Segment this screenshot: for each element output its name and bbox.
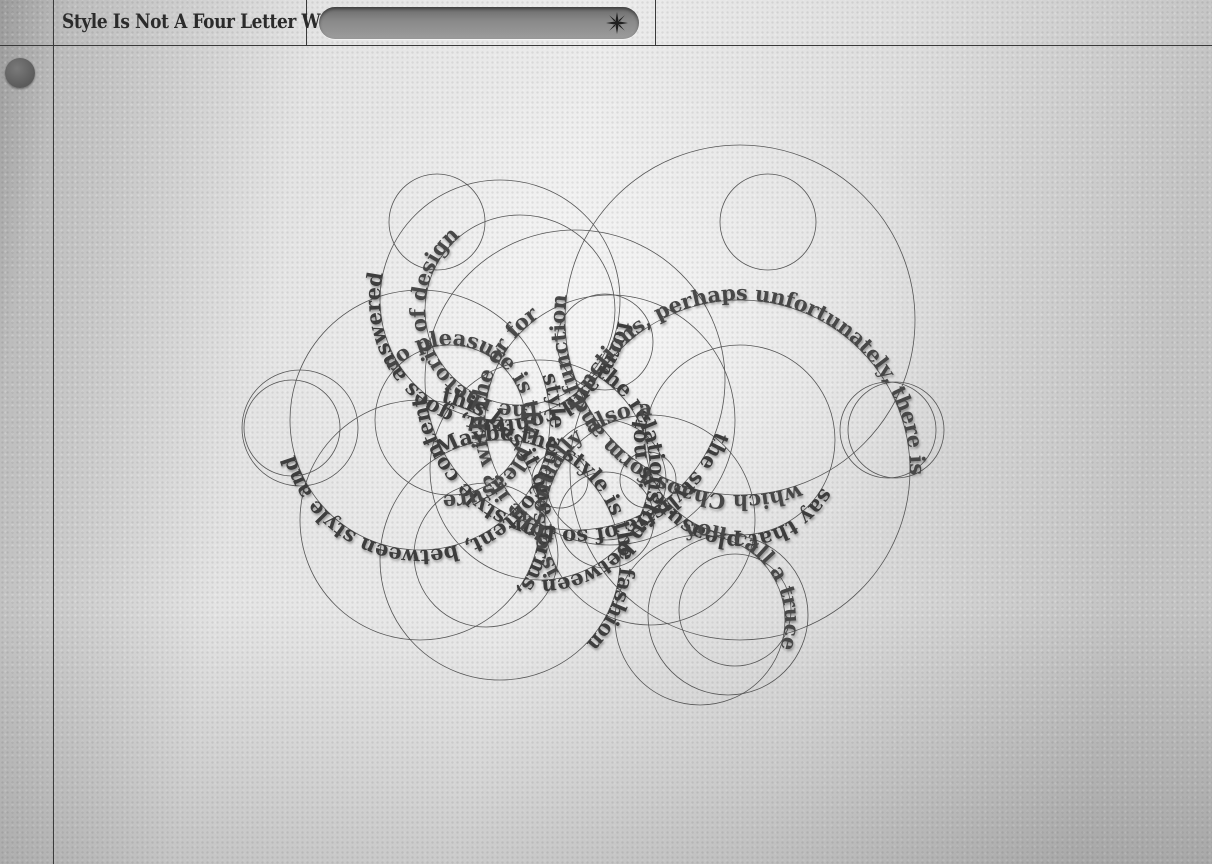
thin-ring-outline <box>719 173 817 271</box>
circular-text-artwork: form and content, goes answeredwhich Cha… <box>241 144 945 706</box>
thin-ring-outline <box>388 173 486 271</box>
